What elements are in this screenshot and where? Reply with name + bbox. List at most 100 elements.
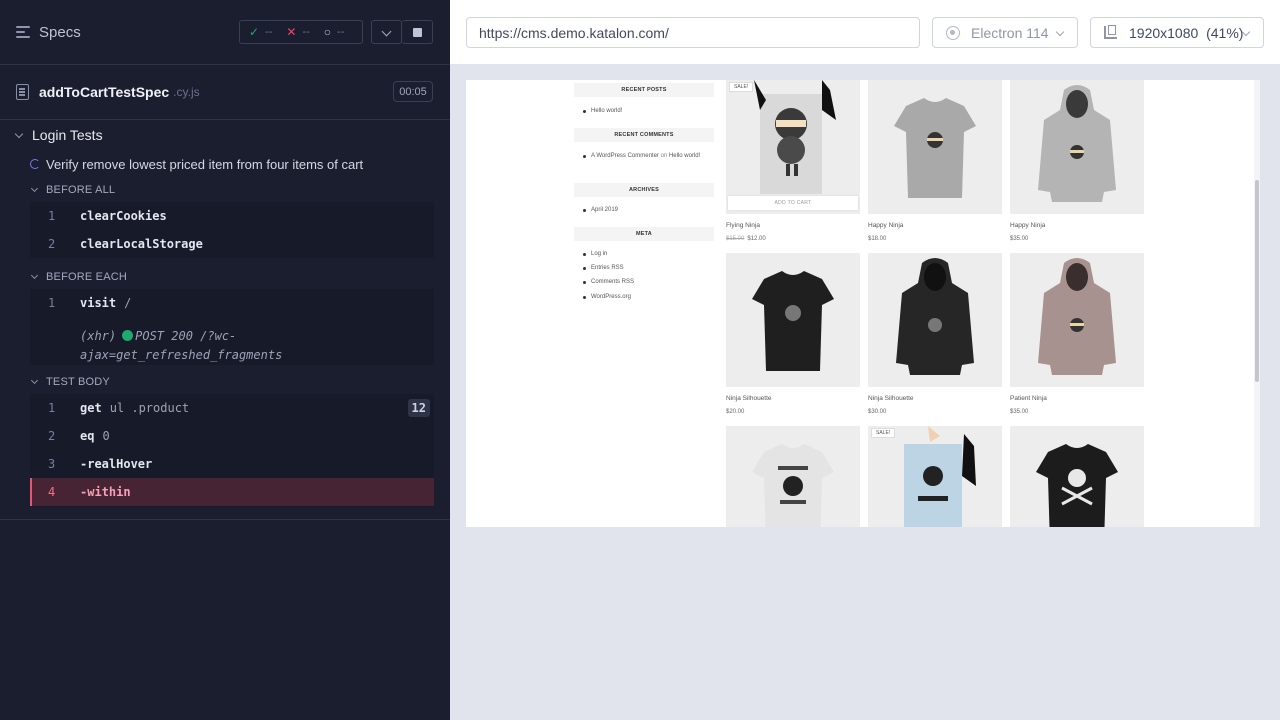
widget-link[interactable]: WordPress.org (583, 292, 631, 302)
status-ok-icon (122, 330, 134, 341)
command-row-failed[interactable]: 4 -within (30, 478, 434, 506)
command-name: clearCookies (80, 209, 167, 223)
product-name[interactable]: Happy Ninja (868, 222, 903, 229)
command-row[interactable]: 2 eq 0 (30, 422, 434, 450)
product-price: $15.00 $12.00 (726, 236, 766, 242)
spec-file-row[interactable]: addToCartTestSpec .cy.js (0, 65, 450, 120)
command-number: 1 (48, 209, 56, 223)
product-image[interactable] (1010, 426, 1144, 527)
spec-duration: 00:05 (393, 81, 433, 102)
widget-link[interactable]: Comments RSS (582, 277, 634, 287)
product-image[interactable]: SALE! ADD TO CART (726, 80, 860, 214)
hoodie-image (896, 258, 974, 375)
viewport-selector[interactable]: 1920x1080 (41%) (1090, 17, 1264, 48)
widget-title: META (574, 227, 714, 241)
command-row[interactable]: 1 clearCookies (30, 202, 434, 230)
suite-row[interactable]: Login Tests (0, 124, 103, 146)
specs-list-icon[interactable] (16, 26, 30, 38)
command-name: get ul .product (80, 401, 189, 415)
command-name-text: eq (80, 429, 95, 443)
widget-title: RECENT COMMENTS (574, 128, 714, 142)
command-row[interactable]: 1 get ul .product 12 (30, 394, 434, 422)
hoodie-image (1038, 85, 1116, 202)
product-price: $18.00 (868, 236, 887, 242)
file-icon (16, 84, 29, 100)
reporter-panel: Specs ✓ -- ✕ -- ○ -- addToCartTestSpec .cy.… (0, 0, 450, 720)
chevron-down-icon (381, 26, 392, 37)
run-stats: ✓ -- ✕ -- ○ -- (239, 20, 363, 44)
product-image[interactable] (726, 253, 860, 387)
caret-down-icon (30, 376, 39, 385)
widget-link[interactable]: Entries RSS (583, 263, 624, 273)
browser-label: Electron 114 (971, 24, 1049, 41)
spec-name: addToCartTestSpec (39, 84, 170, 100)
comment-author[interactable]: A WordPress Commenter (591, 153, 659, 159)
page-scrollbar[interactable] (1254, 80, 1260, 527)
tshirt-image (1036, 444, 1118, 527)
viewport-size: 1920x1080 (1129, 24, 1199, 41)
product-image[interactable] (1010, 80, 1144, 214)
viewport-scale: (41%) (1206, 24, 1244, 41)
product-name[interactable]: Ninja Silhouette (726, 395, 772, 402)
suite-title: Login Tests (32, 127, 103, 143)
check-icon: ✓ (249, 25, 260, 39)
hook-title: BEFORE EACH (46, 271, 128, 283)
caret-down-icon (30, 271, 39, 280)
stop-button[interactable] (402, 20, 433, 44)
add-to-cart-button[interactable]: ADD TO CART (728, 196, 858, 210)
product-image[interactable]: SALE! (868, 426, 1002, 527)
test-body-commands: 1 get ul .product 12 2 eq 0 3 -realHover 4… (30, 394, 434, 507)
widget-title: ARCHIVES (574, 183, 714, 197)
pending-count: -- (337, 26, 345, 38)
xhr-log-row[interactable]: (xhr) POST 200 /?wc-ajax=get_refreshed_fr… (80, 327, 410, 365)
product-name[interactable]: Happy Ninja (1010, 222, 1045, 229)
scrollbar-thumb[interactable] (1255, 180, 1259, 382)
hook-test-body[interactable]: TEST BODY (30, 372, 110, 392)
product-name[interactable]: Ninja Silhouette (868, 395, 914, 402)
widget-link[interactable]: Hello world! (582, 106, 622, 116)
product-image[interactable] (868, 80, 1002, 214)
new-price: $12.00 (747, 236, 766, 242)
browser-selector[interactable]: Electron 114 (932, 17, 1078, 48)
passed-stat: ✓ -- (249, 25, 272, 39)
hook-before-each[interactable]: BEFORE EACH (30, 267, 128, 287)
test-row[interactable]: Verify remove lowest priced item from fo… (30, 153, 363, 175)
command-row[interactable]: 1 visit / (30, 289, 434, 317)
product-image[interactable] (868, 253, 1002, 387)
old-price: $15.00 (726, 236, 745, 242)
element-count-badge: 12 (407, 399, 430, 417)
pending-stat: ○ -- (324, 25, 345, 39)
url-bar[interactable]: https://cms.demo.katalon.com/ (466, 17, 920, 48)
before-all-commands: 1 clearCookies 2 clearLocalStorage (30, 202, 434, 258)
hoodie-image (1038, 258, 1116, 375)
product-image[interactable] (1010, 253, 1144, 387)
command-number: 2 (48, 237, 56, 251)
aut-iframe[interactable]: RECENT POSTS Hello world! RECENT COMMENT… (466, 80, 1260, 527)
product-image[interactable] (726, 426, 860, 527)
collapse-button[interactable] (371, 20, 402, 44)
pending-icon: ○ (323, 25, 332, 39)
specs-title[interactable]: Specs (39, 24, 81, 41)
product-name[interactable]: Patient Ninja (1010, 395, 1047, 402)
stop-icon (413, 28, 422, 37)
tshirt-image (752, 271, 834, 371)
viewport-icon (1104, 25, 1117, 39)
product-name[interactable]: Flying Ninja (726, 222, 760, 229)
command-name: -realHover (80, 457, 153, 471)
before-each-commands: 1 visit / (xhr) POST 200 /?wc-ajax=get_ref… (30, 289, 434, 365)
hook-before-all[interactable]: BEFORE ALL (30, 180, 115, 200)
poster-image (754, 80, 836, 194)
comment-link[interactable]: Hello world! (669, 153, 700, 159)
command-name: clearLocalStorage (80, 237, 203, 251)
command-number: 1 (48, 296, 56, 310)
reporter-header: Specs ✓ -- ✕ -- ○ -- (0, 0, 450, 65)
command-row[interactable]: 2 clearLocalStorage (30, 230, 434, 258)
failed-stat: ✕ -- (286, 25, 309, 39)
caret-down-icon (14, 129, 24, 138)
hook-title: TEST BODY (46, 376, 110, 388)
widget-link[interactable]: April 2019 (582, 205, 618, 215)
widget-link[interactable]: Log in (582, 249, 607, 259)
failed-count: -- (302, 26, 310, 38)
x-icon: ✕ (286, 25, 297, 39)
command-row[interactable]: 3 -realHover (30, 450, 434, 478)
